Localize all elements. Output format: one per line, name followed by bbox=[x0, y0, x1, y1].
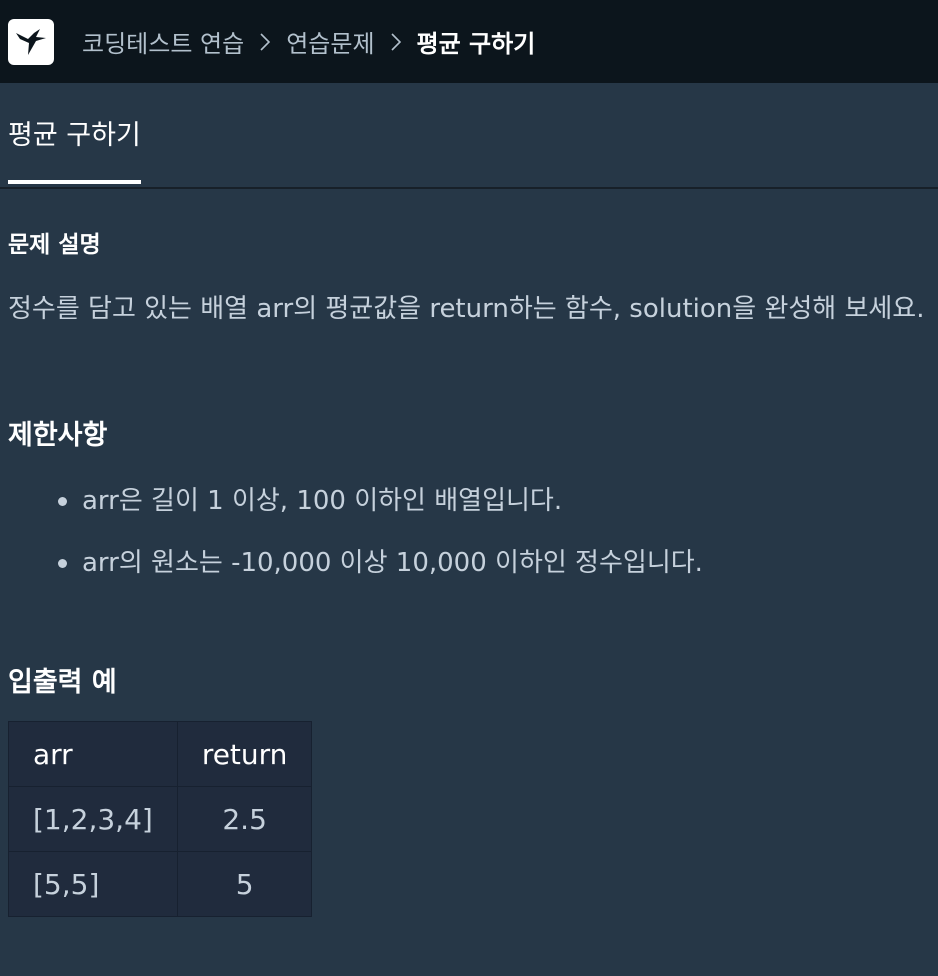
examples-table: arr return [1,2,3,4] 2.5 [5,5] 5 bbox=[8, 721, 313, 917]
description-heading: 문제 설명 bbox=[8, 232, 101, 258]
column-header-return: return bbox=[176, 721, 313, 787]
table-row: [5,5] 5 bbox=[8, 851, 313, 917]
hummingbird-logo-icon[interactable] bbox=[8, 18, 54, 65]
list-item: arr의 원소는 -10,000 이상 10,000 이하인 정수입니다. bbox=[58, 532, 930, 594]
tab-problem[interactable]: 평균 구하기 bbox=[8, 113, 141, 184]
breadcrumb-coding-test[interactable]: 코딩테스트 연습 bbox=[82, 24, 244, 59]
table-header-row: arr return bbox=[8, 721, 313, 787]
examples-heading: 입출력 예 bbox=[8, 667, 117, 698]
tab-bar: 평균 구하기 bbox=[0, 83, 938, 189]
limits-list: arr은 길이 1 이상, 100 이하인 배열입니다. arr의 원소는 -1… bbox=[8, 470, 930, 594]
problem-content: 문제 설명 정수를 담고 있는 배열 arr의 평균값을 return하는 함수… bbox=[0, 189, 938, 917]
table-cell: 2.5 bbox=[176, 786, 313, 852]
chevron-right-icon bbox=[390, 32, 401, 51]
top-bar: 코딩테스트 연습 연습문제 평균 구하기 bbox=[0, 0, 938, 83]
breadcrumb: 코딩테스트 연습 연습문제 평균 구하기 bbox=[82, 24, 535, 59]
table-cell: 5 bbox=[176, 851, 313, 917]
breadcrumb-practice[interactable]: 연습문제 bbox=[286, 24, 374, 59]
list-item: arr은 길이 1 이상, 100 이하인 배열입니다. bbox=[58, 470, 930, 532]
description-text: 정수를 담고 있는 배열 arr의 평균값을 return하는 함수, solu… bbox=[8, 294, 925, 324]
table-row: [1,2,3,4] 2.5 bbox=[8, 786, 313, 852]
table-cell: [5,5] bbox=[8, 851, 178, 917]
table-cell: [1,2,3,4] bbox=[8, 786, 178, 852]
breadcrumb-current: 평균 구하기 bbox=[416, 30, 536, 58]
chevron-right-icon bbox=[260, 32, 271, 51]
limits-heading: 제한사항 bbox=[8, 420, 108, 451]
column-header-arr: arr bbox=[8, 721, 178, 787]
